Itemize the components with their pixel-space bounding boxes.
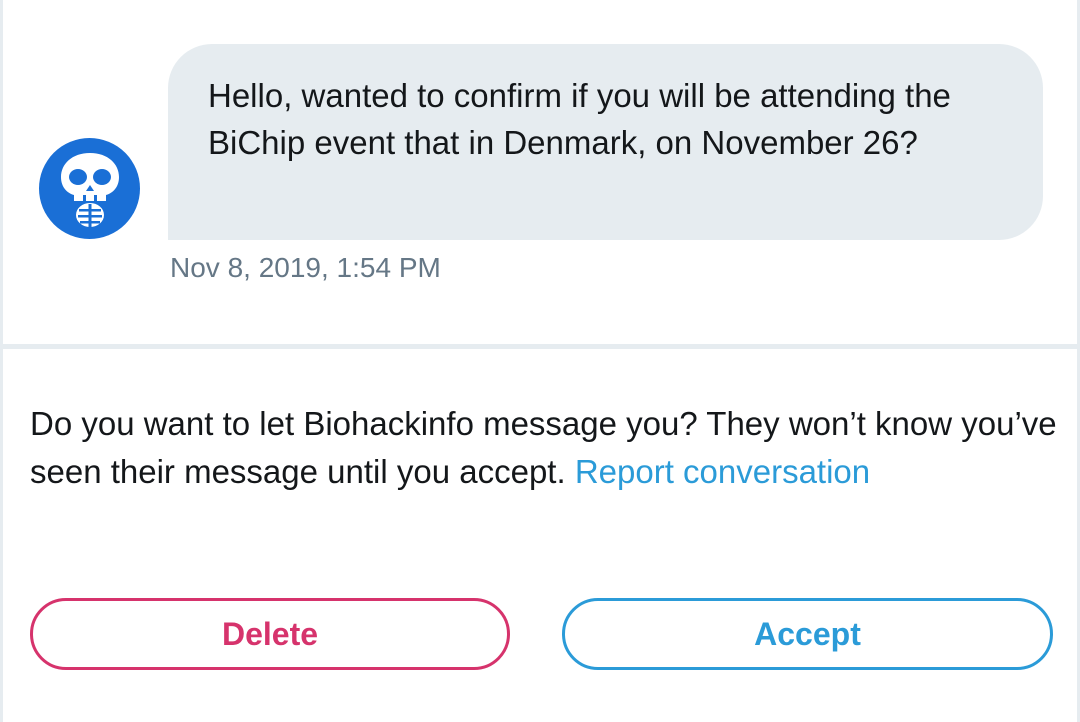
section-divider xyxy=(0,344,1080,349)
message-request-prompt: Do you want to let Biohackinfo message y… xyxy=(30,400,1060,496)
sender-avatar[interactable] xyxy=(39,138,140,239)
delete-button[interactable]: Delete xyxy=(30,598,510,670)
skull-skeleton-icon xyxy=(60,152,119,227)
accept-button-label: Accept xyxy=(754,615,861,652)
left-border xyxy=(0,0,3,722)
message-request-screen: Hello, wanted to confirm if you will be … xyxy=(0,0,1080,722)
message-bubble[interactable]: Hello, wanted to confirm if you will be … xyxy=(168,44,1043,240)
report-conversation-link[interactable]: Report conversation xyxy=(575,453,870,490)
message-text: Hello, wanted to confirm if you will be … xyxy=(208,77,951,161)
delete-button-label: Delete xyxy=(221,615,319,652)
message-timestamp: Nov 8, 2019, 1:54 PM xyxy=(170,252,441,283)
prompt-text: Do you want to let Biohackinfo message y… xyxy=(30,405,1057,490)
accept-button[interactable]: Accept xyxy=(562,598,1053,670)
